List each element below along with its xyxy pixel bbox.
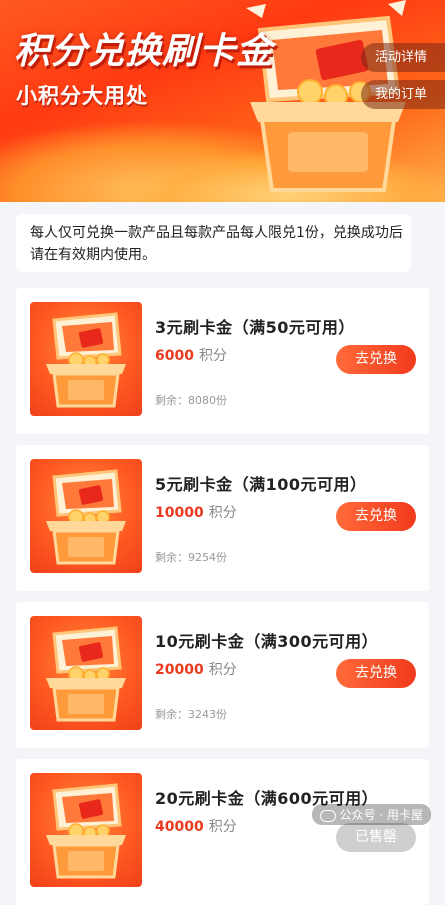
product-thumbnail: [30, 302, 142, 416]
points-unit: 积分: [208, 662, 237, 678]
product-points: 20000 积分: [155, 659, 237, 679]
notice-box: 每人仅可兑换一款产品且每款产品每人限兑1份，兑换成功后请在有效期内使用。: [16, 214, 411, 272]
product-name: 5元刷卡金（满100元可用）: [155, 475, 367, 494]
points-unit: 积分: [208, 505, 237, 521]
notice-text: 每人仅可兑换一款产品且每款产品每人限兑1份，兑换成功后请在有效期内使用。: [30, 225, 403, 263]
treasure-chest-icon: [46, 312, 126, 408]
product-thumbnail: [30, 459, 142, 573]
points-unit: 积分: [198, 348, 227, 364]
treasure-chest-icon: [46, 626, 126, 722]
watermark: 公众号 · 用卡屋: [311, 804, 431, 825]
header-banner: 积分兑换刷卡金 小积分大用处 活动详情 我的订单: [0, 0, 445, 202]
product-remaining: 剩余：3243份: [155, 708, 227, 721]
product-remaining: 剩余：9254份: [155, 551, 227, 564]
product-remaining: 剩余：8080份: [155, 394, 227, 407]
product-card[interactable]: 20元刷卡金（满600元可用） 40000 积分 已售罄: [16, 759, 429, 905]
banner-title: 积分兑换刷卡金: [14, 31, 274, 72]
redeem-button[interactable]: 去兑换: [336, 345, 416, 374]
points-unit: 积分: [208, 819, 237, 835]
banner-subtitle: 小积分大用处: [16, 84, 148, 108]
activity-details-button[interactable]: 活动详情: [360, 43, 445, 72]
product-points: 40000 积分: [155, 816, 237, 836]
points-value: 10000: [155, 505, 204, 521]
wechat-icon: [319, 809, 336, 822]
treasure-chest-icon: [46, 783, 126, 879]
product-card[interactable]: 5元刷卡金（满100元可用） 10000 积分 剩余：9254份 去兑换: [16, 445, 429, 591]
product-thumbnail: [30, 773, 142, 887]
product-card[interactable]: 10元刷卡金（满300元可用） 20000 积分 剩余：3243份 去兑换: [16, 602, 429, 748]
product-points: 10000 积分: [155, 502, 237, 522]
redeem-button[interactable]: 去兑换: [336, 502, 416, 531]
sold-out-button: 已售罄: [336, 823, 416, 852]
points-value: 40000: [155, 819, 204, 835]
product-name: 10元刷卡金（满300元可用）: [155, 632, 379, 651]
points-value: 20000: [155, 662, 204, 678]
redeem-button[interactable]: 去兑换: [336, 659, 416, 688]
product-card[interactable]: 3元刷卡金（满50元可用） 6000 积分 剩余：8080份 去兑换: [16, 288, 429, 434]
product-points: 6000 积分: [155, 345, 227, 365]
product-name: 3元刷卡金（满50元可用）: [155, 318, 355, 337]
my-orders-button[interactable]: 我的订单: [360, 80, 445, 109]
treasure-chest-icon: [46, 469, 126, 565]
product-thumbnail: [30, 616, 142, 730]
watermark-text: 公众号 · 用卡屋: [339, 808, 423, 822]
points-value: 6000: [155, 348, 194, 364]
